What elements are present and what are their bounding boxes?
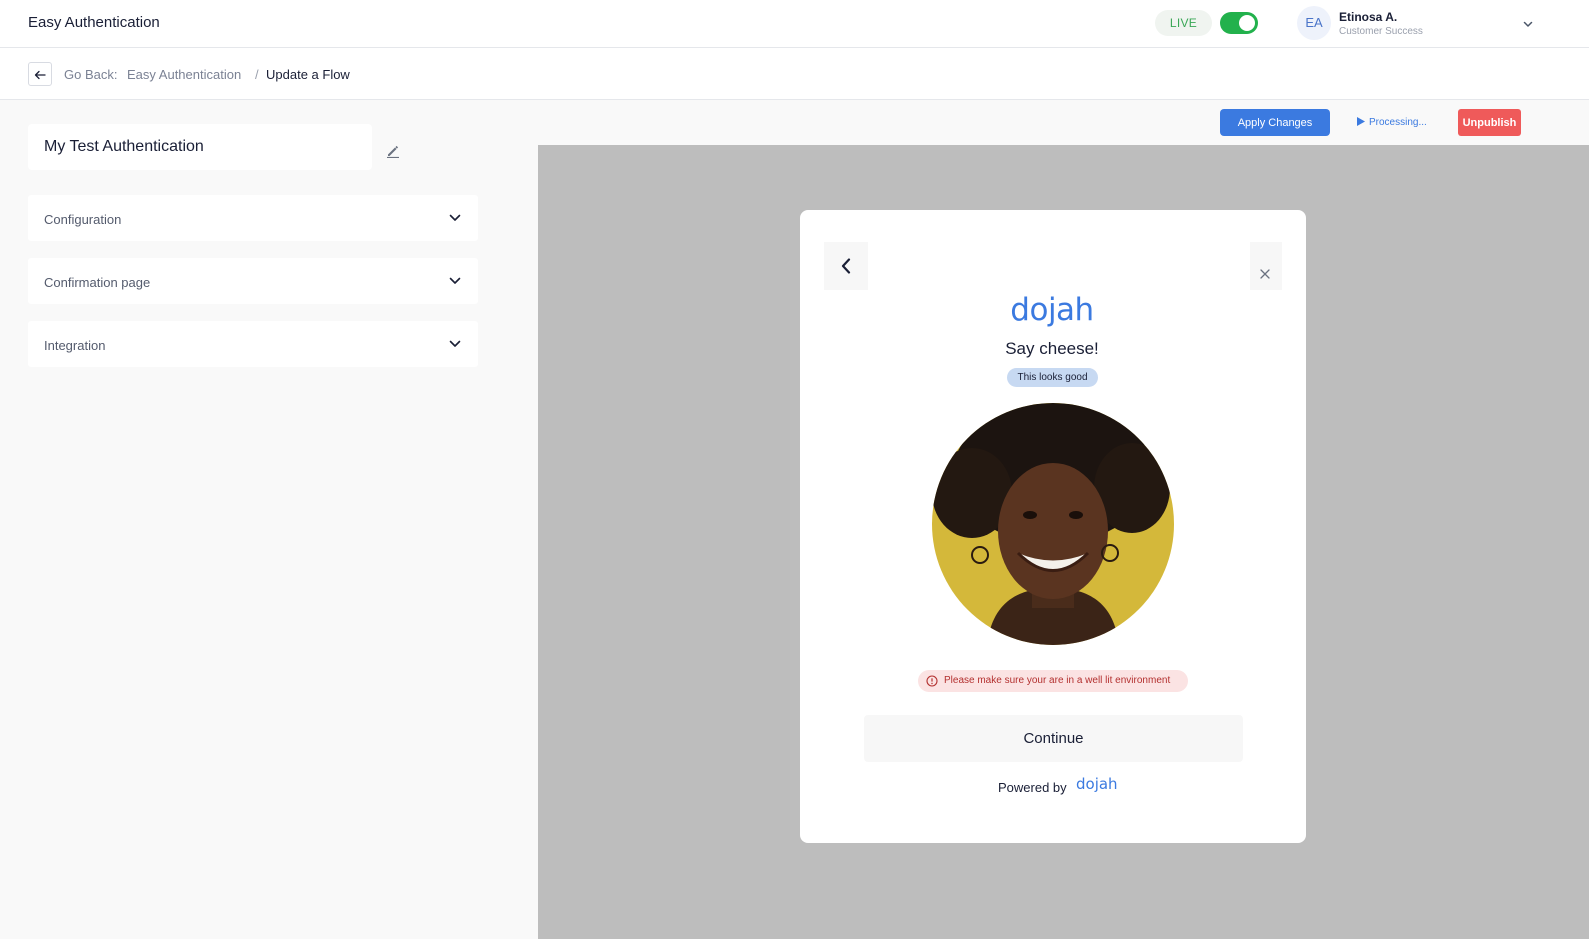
breadcrumb-separator: / <box>255 67 259 82</box>
unpublish-button[interactable]: Unpublish <box>1458 109 1521 136</box>
breadcrumb: Go Back: Easy Authentication / Update a … <box>0 48 1589 100</box>
section-confirmation-page[interactable]: Confirmation page <box>28 258 478 304</box>
user-name: Etinosa A. <box>1339 10 1398 24</box>
flow-name-field[interactable]: My Test Authentication <box>28 124 372 170</box>
info-circle-icon <box>926 675 938 687</box>
lighting-warning: Please make sure your are in a well lit … <box>918 670 1188 692</box>
warning-text: Please make sure your are in a well lit … <box>944 675 1171 686</box>
modal-close-button[interactable] <box>1250 242 1282 290</box>
chevron-down-icon <box>449 277 461 284</box>
section-label: Confirmation page <box>44 275 151 290</box>
powered-by-label: Powered by <box>998 780 1067 795</box>
live-toggle[interactable] <box>1220 12 1258 34</box>
processing-label: Processing... <box>1369 117 1427 128</box>
chevron-down-icon <box>449 214 461 221</box>
top-bar: Easy Authentication LIVE EA Etinosa A. C… <box>0 0 1589 48</box>
breadcrumb-current: Update a Flow <box>266 67 350 82</box>
user-role: Customer Success <box>1339 26 1423 37</box>
processing-link[interactable]: Processing... <box>1357 117 1427 128</box>
back-button[interactable] <box>28 62 52 86</box>
selfie-image <box>932 403 1174 645</box>
powered-by-logo: dojah <box>1076 775 1118 793</box>
chevron-down-icon[interactable] <box>1520 16 1536 32</box>
play-icon <box>1357 117 1365 126</box>
toggle-knob <box>1239 15 1255 31</box>
close-icon <box>1260 269 1270 279</box>
live-badge: LIVE <box>1155 10 1212 36</box>
capture-heading: Say cheese! <box>1005 339 1099 358</box>
section-label: Configuration <box>44 212 122 227</box>
chevron-left-icon <box>841 258 851 274</box>
app-title: Easy Authentication <box>28 14 160 31</box>
edit-pencil-icon[interactable] <box>386 144 400 159</box>
dojah-logo: dojah <box>1010 292 1094 328</box>
back-arrow-icon <box>34 70 46 80</box>
modal-back-button[interactable] <box>824 242 868 290</box>
flow-name-text: My Test Authentication <box>44 138 204 155</box>
section-configuration[interactable]: Configuration <box>28 195 478 241</box>
section-label: Integration <box>44 338 106 353</box>
chevron-down-icon <box>449 340 461 347</box>
avatar[interactable]: EA <box>1297 6 1331 40</box>
apply-changes-button[interactable]: Apply Changes <box>1220 109 1330 136</box>
go-back-label: Go Back: <box>64 67 118 82</box>
section-integration[interactable]: Integration <box>28 321 478 367</box>
breadcrumb-parent-link[interactable]: Easy Authentication <box>127 67 241 82</box>
status-badge: This looks good <box>1007 368 1098 387</box>
continue-button[interactable]: Continue <box>864 715 1243 762</box>
